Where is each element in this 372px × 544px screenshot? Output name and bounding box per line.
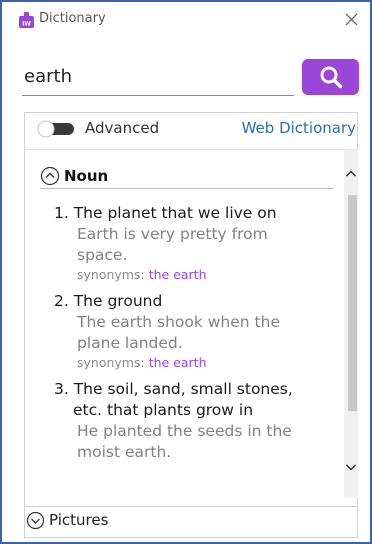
svg-text:IW: IW xyxy=(22,21,31,28)
example-text: He planted the seeds in the xyxy=(77,422,292,440)
definition-text: etc. that plants grow in xyxy=(73,401,254,419)
example-text: moist earth. xyxy=(77,443,172,461)
chevron-up-circle-icon xyxy=(40,166,60,186)
noun-section-header[interactable]: Noun xyxy=(40,165,108,187)
close-icon xyxy=(345,13,357,25)
noun-divider xyxy=(40,188,334,189)
chevron-up-icon xyxy=(345,170,357,177)
divider xyxy=(24,506,358,507)
window-title: Dictionary xyxy=(39,11,106,26)
pictures-label: Pictures xyxy=(49,511,109,529)
chevron-down-circle-icon xyxy=(26,511,45,529)
search-input[interactable] xyxy=(22,58,294,96)
dictionary-icon: IW xyxy=(18,12,35,29)
search-button[interactable] xyxy=(302,59,359,95)
example-text: space. xyxy=(77,246,128,264)
chevron-down-icon xyxy=(345,464,357,471)
synonyms-prefix: synonyms: xyxy=(77,267,149,282)
search-icon xyxy=(320,66,342,89)
definition-text: 1. The planet that we live on xyxy=(54,204,277,222)
example-text: Earth is very pretty from xyxy=(77,225,268,243)
definition-item: 3. The soil, sand, small stones, etc. th… xyxy=(54,379,340,463)
divider xyxy=(24,149,358,150)
pictures-section-header[interactable]: Pictures xyxy=(26,509,108,531)
synonyms-prefix: synonyms: xyxy=(77,355,149,370)
scrollbar-thumb[interactable] xyxy=(348,195,357,411)
definitions-list: 1. The planet that we live on Earth is v… xyxy=(54,203,340,470)
title-bar: IW Dictionary xyxy=(2,2,370,36)
example-text: plane landed. xyxy=(77,334,183,352)
advanced-toggle[interactable] xyxy=(36,120,76,138)
synonyms-line: synonyms: the earth xyxy=(54,354,340,372)
noun-label: Noun xyxy=(64,167,109,185)
scroll-up-button[interactable] xyxy=(344,165,358,183)
example-text: The earth shook when the xyxy=(77,313,280,331)
scroll-down-button[interactable] xyxy=(344,458,358,476)
synonyms-line: synonyms: the earth xyxy=(54,266,340,284)
synonym-link[interactable]: the earth xyxy=(149,355,207,370)
definition-text: 3. The soil, sand, small stones, xyxy=(54,380,293,398)
definition-text: 2. The ground xyxy=(54,292,163,310)
advanced-label: Advanced xyxy=(85,119,160,137)
definition-item: 1. The planet that we live on Earth is v… xyxy=(54,203,340,284)
web-dictionary-link[interactable]: Web Dictionary xyxy=(242,119,356,137)
definition-item: 2. The ground The earth shook when the p… xyxy=(54,291,340,372)
synonym-link[interactable]: the earth xyxy=(149,267,207,282)
close-button[interactable] xyxy=(342,10,360,28)
